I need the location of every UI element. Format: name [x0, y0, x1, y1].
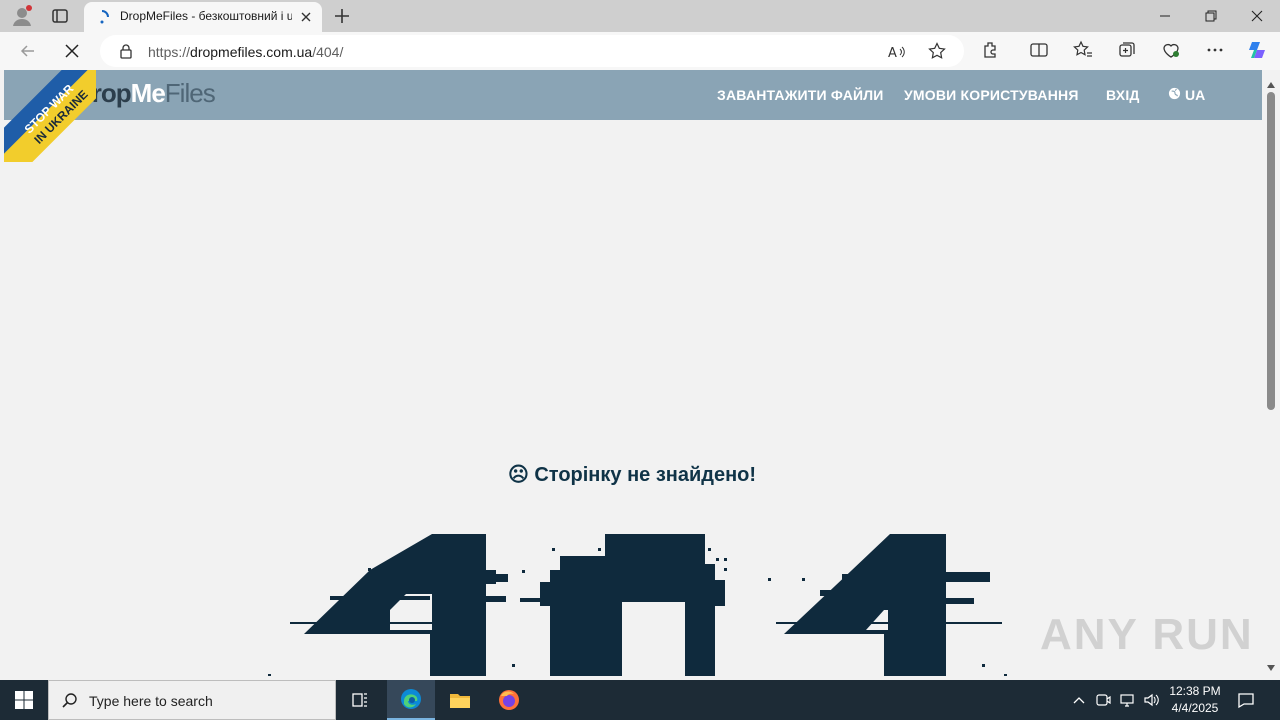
tab-actions-icon[interactable] — [48, 4, 72, 28]
close-window-button[interactable] — [1234, 0, 1280, 32]
taskbar-search-box[interactable]: Type here to search — [48, 680, 336, 720]
browser-tab-active[interactable]: DropMeFiles - безкоштовний і u — [84, 2, 322, 32]
volume-icon[interactable] — [1142, 691, 1160, 709]
browser-titlebar: DropMeFiles - безкоштовний і u — [0, 0, 1280, 32]
new-tab-button[interactable] — [330, 4, 354, 28]
search-placeholder: Type here to search — [89, 693, 213, 709]
menu-terms-of-use[interactable]: УМОВИ КОРИСТУВАННЯ — [904, 87, 1079, 103]
more-menu-icon[interactable] — [1204, 39, 1226, 61]
taskbar-file-explorer-app[interactable] — [436, 680, 484, 720]
favorites-icon[interactable] — [1072, 39, 1094, 61]
url-text[interactable]: https://dropmefiles.com.ua/404/ — [148, 44, 343, 60]
svg-text:A: A — [888, 46, 897, 61]
start-button[interactable] — [0, 680, 48, 720]
edge-icon — [401, 689, 421, 709]
read-aloud-icon[interactable]: A — [888, 43, 906, 61]
scroll-up-arrow-icon[interactable] — [1266, 76, 1276, 88]
address-bar[interactable]: https://dropmefiles.com.ua/404/ A — [100, 35, 964, 67]
language-label: UA — [1185, 87, 1206, 103]
stop-war-ribbon[interactable]: STOP WAR IN UKRAINE — [4, 70, 96, 162]
glitch-404-art: 404 — [268, 534, 1007, 676]
close-tab-icon[interactable] — [298, 9, 314, 25]
task-view-button[interactable] — [336, 680, 384, 720]
web-page: DropMeFiles ЗАВАНТАЖИТИ ФАЙЛИ УМОВИ КОРИ… — [4, 70, 1262, 676]
browser-essentials-icon[interactable] — [1160, 39, 1182, 61]
menu-upload-files[interactable]: ЗАВАНТАЖИТИ ФАЙЛИ — [717, 87, 884, 103]
copilot-icon[interactable] — [1246, 39, 1268, 61]
show-hidden-icons-icon[interactable] — [1070, 691, 1088, 709]
windows-taskbar: Type here to search 12:38 PM 4/4/2025 — [0, 680, 1280, 720]
folder-icon — [450, 694, 470, 708]
search-icon — [61, 692, 79, 710]
stop-loading-button[interactable] — [60, 39, 84, 63]
taskbar-firefox-app[interactable] — [485, 680, 533, 720]
system-clock[interactable]: 12:38 PM 4/4/2025 — [1166, 683, 1224, 717]
page-scrollbar[interactable] — [1262, 70, 1280, 676]
windows-logo-icon — [15, 691, 33, 709]
firefox-icon — [499, 690, 519, 710]
extensions-icon[interactable] — [980, 39, 1002, 61]
lock-icon[interactable] — [118, 43, 134, 59]
not-found-heading: ☹ Сторінку не знайдено! — [507, 464, 757, 486]
scroll-down-arrow-icon[interactable] — [1266, 659, 1276, 671]
site-header: DropMeFiles ЗАВАНТАЖИТИ ФАЙЛИ УМОВИ КОРИ… — [4, 70, 1262, 120]
notifications-icon[interactable] — [1236, 690, 1256, 710]
language-selector[interactable]: UA — [1168, 87, 1205, 103]
profile-icon[interactable] — [10, 4, 34, 28]
loading-icon — [94, 9, 110, 25]
clock-date: 4/4/2025 — [1171, 701, 1219, 715]
restore-button[interactable] — [1188, 0, 1234, 32]
network-icon[interactable] — [1118, 691, 1136, 709]
back-button[interactable] — [16, 39, 40, 63]
split-screen-icon[interactable] — [1028, 39, 1050, 61]
minimize-button[interactable] — [1142, 0, 1188, 32]
globe-icon — [1168, 87, 1181, 103]
clock-time: 12:38 PM — [1169, 684, 1221, 698]
collections-icon[interactable] — [1116, 39, 1138, 61]
menu-login[interactable]: ВХІД — [1106, 87, 1140, 103]
meet-now-icon[interactable] — [1094, 691, 1112, 709]
tab-title: DropMeFiles - безкоштовний і u — [120, 9, 292, 23]
taskbar-edge-app[interactable] — [387, 680, 435, 720]
anyrun-watermark: ANY RUN — [1040, 610, 1254, 659]
favorite-star-icon[interactable] — [928, 42, 946, 60]
scroll-thumb[interactable] — [1267, 92, 1275, 410]
